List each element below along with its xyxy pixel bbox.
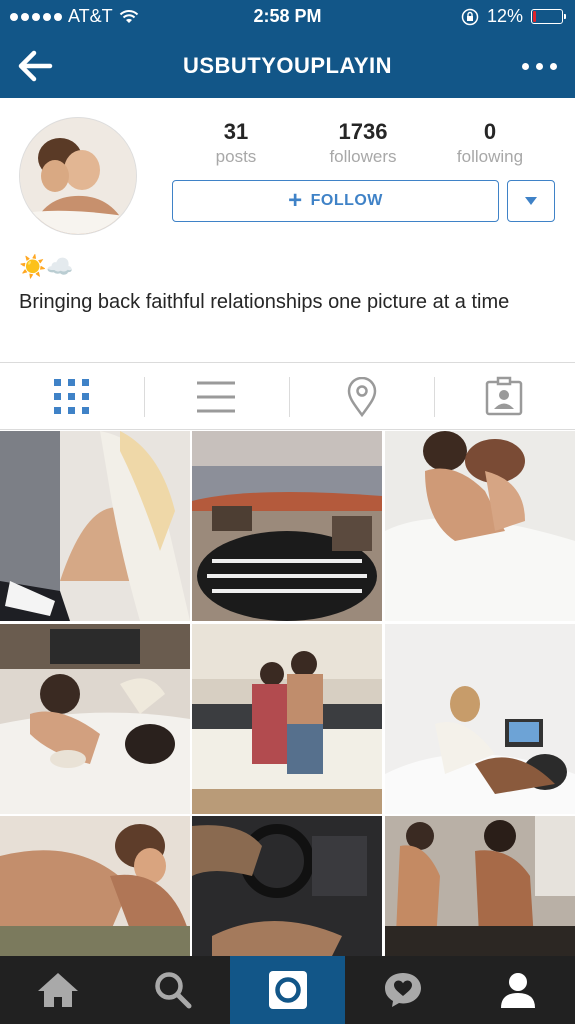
stat-label: following bbox=[456, 147, 524, 166]
nav-camera[interactable] bbox=[230, 956, 345, 1024]
grid-photo[interactable] bbox=[0, 816, 190, 956]
stat-value: 0 bbox=[483, 119, 497, 144]
battery-percent: 12% bbox=[486, 6, 523, 26]
photo-thumbnail bbox=[385, 816, 575, 956]
activity-icon bbox=[384, 973, 421, 1007]
photo-thumbnail bbox=[385, 431, 575, 621]
battery-fill bbox=[533, 11, 536, 22]
grid-photo[interactable] bbox=[0, 431, 190, 621]
tab-list[interactable] bbox=[145, 363, 288, 429]
nav-search[interactable] bbox=[115, 956, 230, 1024]
photo-thumbnail bbox=[0, 624, 190, 814]
bio-emojis: ☀️☁️ bbox=[19, 254, 74, 279]
battery-icon bbox=[531, 9, 566, 24]
bio-text: Bringing back faithful relationships one… bbox=[19, 291, 510, 313]
grid-photo[interactable] bbox=[192, 431, 382, 621]
tab-grid[interactable] bbox=[0, 363, 143, 429]
home-icon bbox=[37, 973, 78, 1007]
grid-photo[interactable] bbox=[192, 816, 382, 956]
suggested-dropdown-button[interactable] bbox=[507, 180, 555, 222]
stat-value: 1736 bbox=[338, 119, 388, 144]
grid-photo[interactable] bbox=[192, 624, 382, 814]
photo-thumbnail bbox=[192, 816, 382, 956]
status-bar: AT&T 2:58 PM 12% bbox=[0, 0, 575, 34]
nav-bar: USBUTYOUPLAYIN bbox=[0, 34, 575, 98]
nav-activity[interactable] bbox=[345, 956, 460, 1024]
stat-label: followers bbox=[329, 147, 397, 166]
avatar[interactable] bbox=[19, 117, 137, 235]
grid-photo[interactable] bbox=[385, 816, 575, 956]
nav-home[interactable] bbox=[0, 956, 115, 1024]
tab-tagged[interactable] bbox=[435, 363, 575, 429]
photo-thumbnail bbox=[0, 431, 190, 621]
stat-posts[interactable]: 31 posts bbox=[172, 118, 300, 168]
photo-thumbnail bbox=[192, 624, 382, 814]
nav-profile[interactable] bbox=[460, 956, 575, 1024]
rotation-lock-icon bbox=[461, 8, 479, 25]
top-bar: AT&T 2:58 PM 12% USBUTYOUPLAYIN bbox=[0, 0, 575, 98]
profile-icon bbox=[500, 973, 535, 1008]
photo-thumbnail bbox=[192, 431, 382, 621]
more-dots-icon[interactable] bbox=[519, 54, 559, 78]
grid-photo[interactable] bbox=[0, 624, 190, 814]
location-pin-icon bbox=[347, 377, 377, 417]
camera-icon bbox=[268, 971, 307, 1009]
tagged-photos-icon bbox=[485, 376, 523, 416]
status-right: 12% bbox=[461, 6, 566, 27]
grid-icon bbox=[54, 379, 89, 414]
stat-label: posts bbox=[215, 147, 257, 166]
grid-photo[interactable] bbox=[385, 624, 575, 814]
grid-photo[interactable] bbox=[385, 431, 575, 621]
follow-label: FOLLOW bbox=[310, 192, 383, 209]
profile-view-tabs bbox=[0, 362, 575, 430]
stat-following[interactable]: 0 following bbox=[426, 118, 554, 168]
stat-followers[interactable]: 1736 followers bbox=[299, 118, 427, 168]
photo-grid bbox=[0, 431, 575, 956]
photo-thumbnail bbox=[0, 816, 190, 956]
stat-value: 31 bbox=[223, 119, 249, 144]
profile-stats: 31 posts 1736 followers 0 following bbox=[172, 118, 555, 170]
plus-icon: + bbox=[288, 187, 303, 214]
bottom-tab-bar bbox=[0, 956, 575, 1024]
photo-thumbnail bbox=[385, 624, 575, 814]
tab-map[interactable] bbox=[290, 363, 433, 429]
follow-button[interactable]: + FOLLOW bbox=[172, 180, 499, 222]
search-icon bbox=[154, 972, 191, 1009]
list-icon bbox=[197, 381, 235, 413]
avatar-photo bbox=[20, 118, 136, 234]
page-title: USBUTYOUPLAYIN bbox=[182, 53, 393, 78]
